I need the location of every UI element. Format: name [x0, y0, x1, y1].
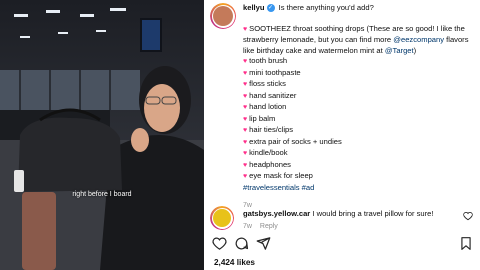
post-caption: kellyu ✓ Is there anything you'd add? ♥ SO… — [243, 3, 475, 212]
heart-emoji-icon: ♥ — [243, 58, 248, 65]
post-panel: kellyu ✓ Is there anything you'd add? ♥ SO… — [204, 0, 480, 270]
intro-suffix: ) — [413, 45, 417, 55]
comment-like-heart-icon[interactable] — [463, 211, 473, 221]
commenter-avatar[interactable] — [210, 206, 234, 230]
comment-timestamp[interactable]: 7w — [243, 223, 252, 230]
essentials-list: ♥ tooth brush ♥ mini toothpaste ♥ floss sti… — [243, 56, 475, 183]
list-item: ♥ floss sticks — [243, 79, 286, 88]
author-username[interactable]: kellyu — [243, 3, 265, 12]
heart-emoji-icon: ♥ — [243, 69, 248, 77]
overlay-caption: right before I board — [72, 191, 132, 198]
verified-badge-icon: ✓ — [266, 4, 275, 12]
list-item: ♥ kindle/book — [243, 148, 288, 157]
heart-emoji-icon: ♥ — [243, 92, 248, 100]
list-item: ♥ hair ties/clips — [243, 125, 294, 134]
share-icon[interactable] — [256, 236, 271, 251]
commenter-username[interactable]: gatsbys.yellow.car — [243, 209, 310, 218]
heart-emoji-icon: ♥ — [243, 161, 248, 169]
heart-emoji-icon: ♥ — [243, 115, 248, 123]
heart-emoji-icon: ♥ — [243, 127, 248, 134]
heart-emoji-icon: ♥ — [243, 150, 248, 157]
reel-media[interactable]: right before I board — [0, 0, 204, 270]
author-avatar[interactable] — [210, 3, 236, 29]
post-question: Is there anything you'd add? — [278, 3, 374, 12]
comment-icon[interactable] — [234, 236, 249, 251]
list-item: ♥ hand sanitizer — [243, 90, 297, 100]
list-item: ♥ eye mask for sleep — [243, 171, 313, 180]
list-item: ♥ mini toothpaste — [243, 67, 301, 77]
heart-emoji-icon: ♥ — [243, 104, 248, 111]
heart-emoji-icon: ♥ — [243, 173, 248, 180]
bookmark-icon[interactable] — [459, 236, 473, 251]
mention-link[interactable]: @Target — [385, 46, 414, 55]
heart-emoji-icon: ♥ — [243, 138, 248, 146]
list-item: ♥ lip balm — [243, 113, 276, 123]
comment: gatsbys.yellow.car I would bring a trave… — [243, 209, 475, 232]
mention-link[interactable]: @eezcompany — [393, 35, 444, 44]
list-item: ♥ headphones — [243, 159, 291, 169]
heart-emoji-icon: ♥ — [243, 81, 248, 88]
heart-icon[interactable] — [212, 236, 227, 251]
action-bar — [204, 233, 480, 253]
list-item: ♥ hand lotion — [243, 102, 287, 111]
reel-frame-illustration — [0, 0, 204, 270]
reply-button[interactable]: Reply — [260, 223, 278, 230]
heart-emoji-icon: ♥ — [243, 25, 248, 33]
likes-count[interactable]: 2,424 likes — [214, 258, 255, 267]
caption-intro: ♥ SOOTHEEZ throat soothing drops (These a… — [243, 24, 475, 57]
hashtags-link[interactable]: #travelessentials #ad — [243, 183, 475, 194]
list-item: ♥ extra pair of socks + undies — [243, 136, 342, 146]
comment-text: I would bring a travel pillow for sure! — [312, 209, 434, 218]
list-item: ♥ tooth brush — [243, 56, 288, 65]
